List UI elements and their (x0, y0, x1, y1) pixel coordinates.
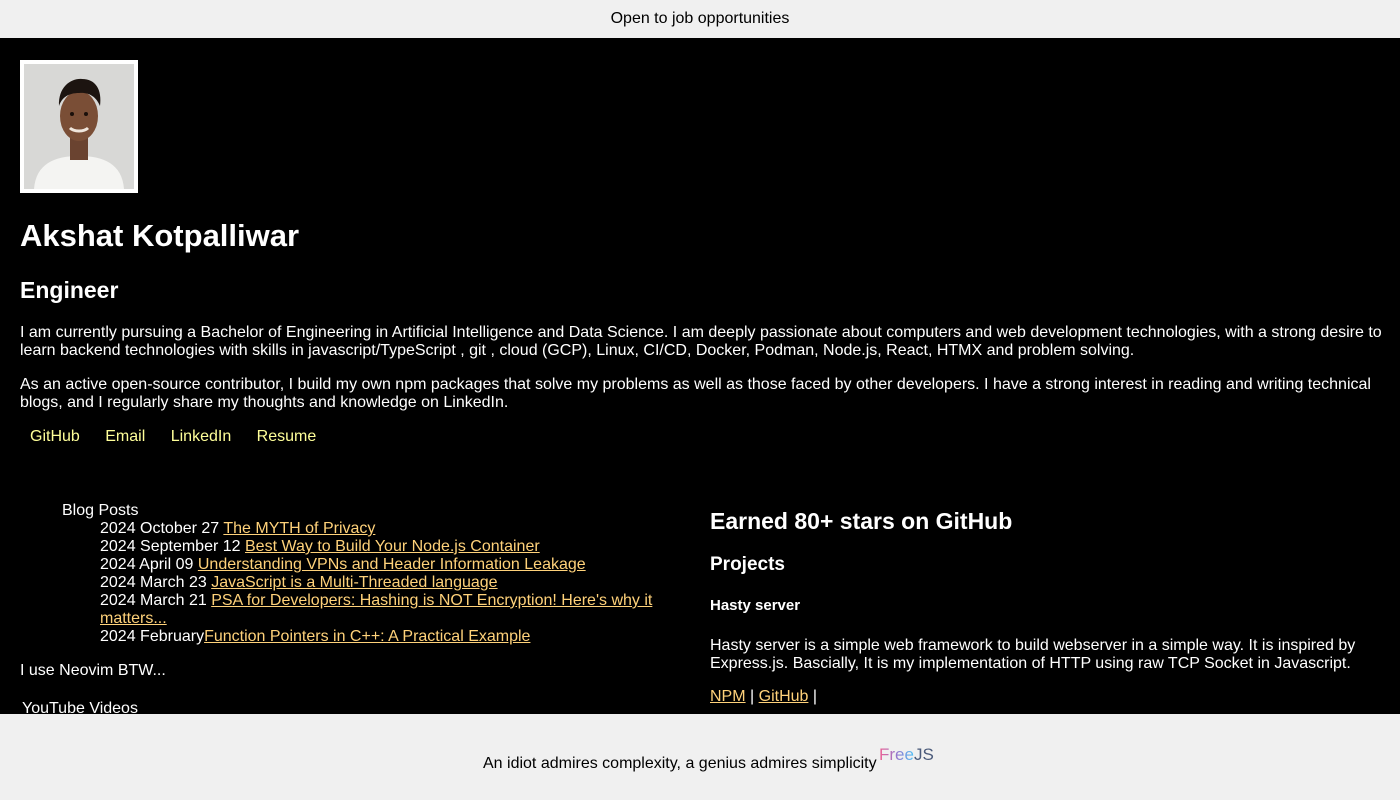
github-stars-heading: Earned 80+ stars on GitHub (710, 508, 1013, 534)
blog-post-date: 2024 September 12 (100, 538, 241, 555)
blog-post-date: 2024 February (100, 628, 205, 645)
github-stars-block: Earned 80+ stars on GitHub (710, 506, 1370, 536)
avatar-photo (24, 64, 134, 189)
profile-role: Engineer (20, 277, 119, 303)
blog-post-link[interactable]: Function Pointers in C++: A Practical Ex… (204, 628, 530, 645)
avatar (20, 60, 138, 193)
freejs-logo[interactable]: FreeJS (879, 745, 934, 765)
bio-paragraph: I am currently pursuing a Bachelor of En… (20, 324, 1382, 359)
profile-name: Akshat Kotpalliwar (20, 218, 300, 253)
blog-post: 2024 March 21 PSA for Developers: Hashin… (100, 592, 682, 628)
project-title: Hasty server (710, 597, 801, 614)
neovim-note: I use Neovim BTW... (20, 662, 166, 679)
blog-post: 2024 March 23 JavaScript is a Multi-Thre… (100, 574, 682, 592)
link-separator: | (750, 688, 755, 705)
blog-post: 2024 FebruaryFunction Pointers in C++: A… (100, 628, 682, 646)
job-banner-text: Open to job opportunities (610, 10, 790, 27)
youtube-heading: YouTube Videos (22, 700, 138, 714)
blog-post: 2024 October 27 The MYTH of Privacy (100, 520, 682, 538)
blog-post-link[interactable]: JavaScript is a Multi-Threaded language (211, 574, 497, 591)
blog-list: 2024 October 27 The MYTH of Privacy 2024… (62, 520, 682, 646)
project-npm-link[interactable]: NPM (710, 688, 746, 705)
freejs-logo-js: JS (913, 745, 934, 764)
github-link[interactable]: GitHub (30, 428, 80, 445)
email-link[interactable]: Email (105, 428, 145, 445)
blog-post-date: 2024 March 23 (100, 574, 207, 591)
freejs-logo-free: Free (879, 745, 914, 764)
blog-post-date: 2024 October 27 (100, 520, 220, 537)
project-description: Hasty server is a simple web framework t… (710, 637, 1356, 672)
blog-post-date: 2024 April 09 (100, 556, 194, 573)
blog-section: Blog Posts 2024 October 27 The MYTH of P… (62, 502, 682, 646)
blog-post: 2024 April 09 Understanding VPNs and Hea… (100, 556, 682, 574)
blog-post-link[interactable]: Best Way to Build Your Node.js Container (245, 538, 540, 555)
blog-post-link[interactable]: The MYTH of Privacy (223, 520, 375, 537)
footer: An idiot admires complexity, a genius ad… (0, 714, 1400, 800)
blog-heading: Blog Posts (62, 502, 139, 519)
blog-post-date: 2024 March 21 (100, 592, 207, 609)
project-links: NPM | GitHub | (710, 688, 817, 706)
projects-heading: Projects (710, 554, 785, 575)
bio-paragraph: As an active open-source contributor, I … (20, 376, 1371, 411)
blog-post-link[interactable]: Understanding VPNs and Header Informatio… (198, 556, 586, 573)
project-github-link[interactable]: GitHub (759, 688, 809, 705)
footer-quote: An idiot admires complexity, a genius ad… (483, 755, 877, 772)
job-banner: Open to job opportunities (0, 0, 1400, 38)
link-separator: | (812, 688, 818, 705)
main-content: Akshat Kotpalliwar Engineer I am current… (0, 38, 1400, 714)
resume-link[interactable]: Resume (257, 428, 317, 445)
linkedin-link[interactable]: LinkedIn (171, 428, 232, 445)
blog-post: 2024 September 12 Best Way to Build Your… (100, 538, 682, 556)
social-links: GitHub Email LinkedIn Resume (20, 427, 327, 447)
